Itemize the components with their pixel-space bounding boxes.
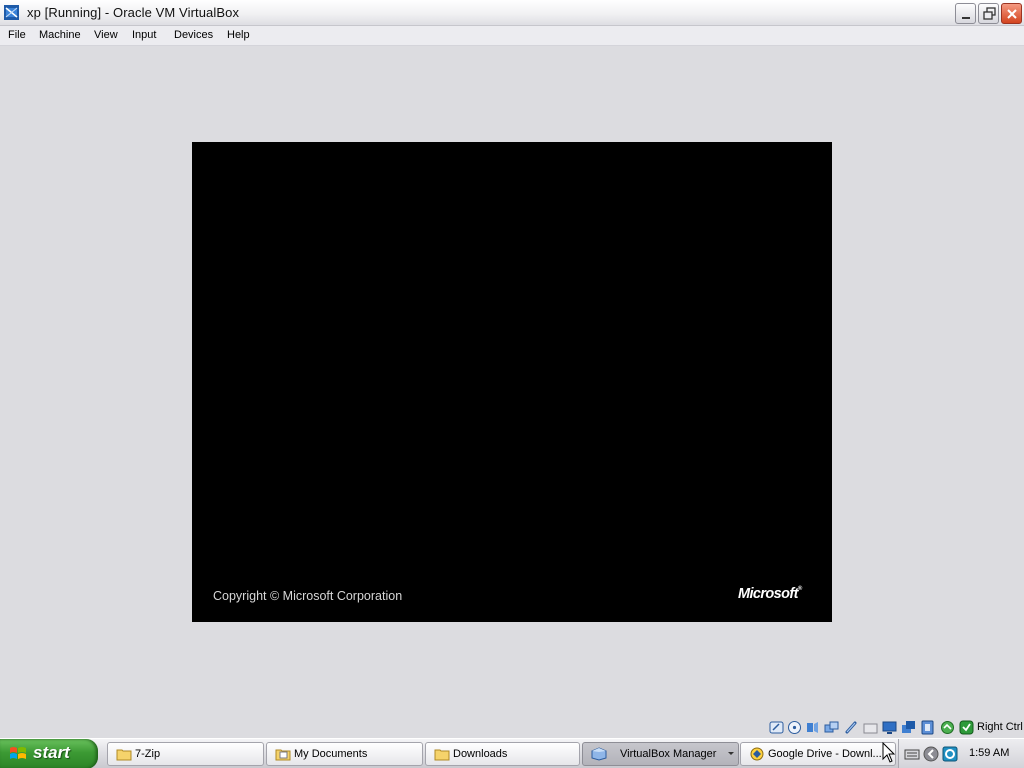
menu-bar: File Machine View Input Devices Help [0, 26, 1024, 46]
restore-button[interactable] [978, 3, 999, 24]
microsoft-logo-text: Microsoft [738, 586, 798, 602]
menu-machine[interactable]: Machine [39, 29, 81, 41]
window-title: xp [Running] - Oracle VM VirtualBox [27, 5, 240, 20]
menu-input[interactable]: Input [132, 29, 156, 41]
documents-icon [275, 749, 291, 761]
start-label: start [33, 743, 70, 762]
app-tray-icon[interactable] [942, 746, 958, 762]
system-tray: 1:59 AM [898, 739, 1024, 768]
taskbar-item-my-documents[interactable]: My Documents [266, 742, 423, 766]
menu-view[interactable]: View [94, 29, 118, 41]
taskbar-item-label: 7-Zip [135, 748, 161, 760]
taskbar-item-7zip[interactable]: 7-Zip [107, 742, 264, 766]
start-button[interactable]: start [0, 739, 98, 768]
taskbar-item-google-drive[interactable]: Google Drive - Downl... [740, 742, 896, 766]
network-icon[interactable] [824, 720, 839, 735]
back-arrow-icon[interactable] [923, 746, 939, 762]
usb-icon[interactable] [844, 720, 859, 735]
mouse-integration-icon[interactable] [940, 720, 955, 735]
virtualization-icon[interactable] [920, 720, 935, 735]
title-bar[interactable]: xp [Running] - Oracle VM VirtualBox [0, 0, 1024, 26]
restore-icon [983, 7, 996, 20]
display-icon[interactable] [882, 720, 897, 735]
keyboard-icon[interactable] [904, 746, 920, 762]
mouse-cursor-icon [882, 742, 896, 763]
group-arrow-icon[interactable] [728, 752, 734, 755]
video-capture-icon[interactable] [901, 720, 916, 735]
windows-flag-icon [10, 747, 26, 759]
taskbar-item-virtualbox-manager[interactable]: VirtualBox Manager [582, 742, 739, 766]
taskbar-item-downloads[interactable]: Downloads [425, 742, 580, 766]
menu-file[interactable]: File [8, 29, 26, 41]
host-key-icon[interactable] [959, 720, 974, 735]
optical-drive-icon[interactable] [787, 720, 802, 735]
minimize-button[interactable] [955, 3, 976, 24]
minimize-icon [962, 17, 970, 19]
vm-display[interactable]: Copyright © Microsoft Corporation Micros… [192, 142, 832, 622]
audio-icon[interactable] [805, 720, 820, 735]
taskbar-item-label: My Documents [294, 748, 368, 760]
virtualbox-app-icon[interactable] [3, 4, 20, 21]
browser-icon [750, 747, 764, 761]
shared-folders-icon[interactable] [863, 720, 878, 735]
taskbar-item-label: Downloads [453, 748, 508, 760]
taskbar: start 7-Zip My Documents Downloads Virtu… [0, 738, 1024, 768]
virtualbox-icon [591, 747, 607, 761]
folder-icon [116, 749, 132, 761]
clock[interactable]: 1:59 AM [969, 747, 1009, 759]
taskbar-item-label: VirtualBox Manager [620, 748, 717, 760]
microsoft-logo: Microsoft® [738, 586, 802, 602]
host-key-label: Right Ctrl [977, 721, 1023, 733]
close-button[interactable] [1001, 3, 1022, 24]
hard-disk-icon[interactable] [769, 720, 784, 735]
menu-devices[interactable]: Devices [174, 29, 213, 41]
folder-icon [434, 749, 450, 761]
menu-help[interactable]: Help [227, 29, 250, 41]
taskbar-item-label: Google Drive - Downl... [768, 748, 882, 760]
vm-status-bar: Right Ctrl [766, 718, 1024, 738]
close-icon [1007, 9, 1017, 19]
vm-copyright-text: Copyright © Microsoft Corporation [213, 589, 403, 603]
